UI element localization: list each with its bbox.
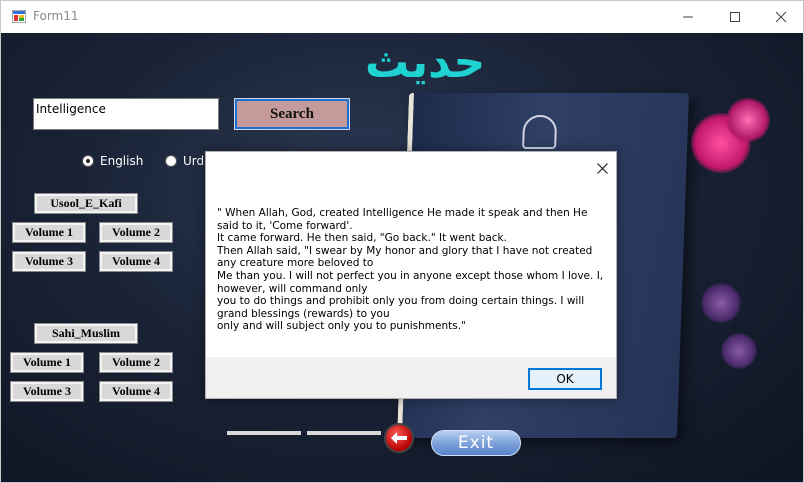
maximize-button[interactable] bbox=[712, 1, 758, 33]
flower-decoration bbox=[701, 283, 741, 323]
search-input[interactable]: Intelligence bbox=[33, 98, 219, 130]
app-icon bbox=[11, 9, 27, 24]
dialog-close-button[interactable] bbox=[592, 158, 612, 178]
close-button[interactable] bbox=[758, 1, 803, 33]
maximize-icon bbox=[730, 12, 740, 22]
radio-english[interactable]: English bbox=[82, 154, 143, 168]
sahi-muslim-button[interactable]: Sahi_Muslim bbox=[34, 323, 138, 344]
exit-button[interactable]: Exit bbox=[431, 430, 521, 456]
muslim-volume-4-button[interactable]: Volume 4 bbox=[99, 381, 173, 402]
window-title: Form11 bbox=[33, 9, 79, 23]
dialog-message: " When Allah, God, created Intelligence … bbox=[217, 207, 604, 333]
book-emblem-icon bbox=[522, 115, 558, 149]
usool-volume-2-button[interactable]: Volume 2 bbox=[99, 222, 173, 243]
radio-english-label: English bbox=[100, 154, 144, 168]
close-icon bbox=[775, 11, 787, 23]
ok-button[interactable]: OK bbox=[528, 368, 602, 390]
usool-volume-4-button[interactable]: Volume 4 bbox=[99, 251, 173, 272]
usool-volume-1-button[interactable]: Volume 1 bbox=[12, 222, 86, 243]
usool-e-kafi-button[interactable]: Usool_E_Kafi bbox=[34, 193, 138, 214]
search-button[interactable]: Search bbox=[234, 98, 350, 130]
flower-decoration bbox=[721, 333, 757, 369]
page-title: حدیث bbox=[365, 37, 486, 88]
muslim-volume-3-button[interactable]: Volume 3 bbox=[10, 381, 84, 402]
back-arrow-icon bbox=[391, 432, 407, 444]
hidden-button-edge[interactable] bbox=[227, 431, 301, 435]
flower-decoration bbox=[726, 98, 770, 142]
dialog-content-area: " When Allah, God, created Intelligence … bbox=[206, 152, 616, 357]
radio-checked-icon bbox=[82, 155, 94, 167]
app-window: Form11 حدیث Intelligence Search English … bbox=[0, 0, 804, 483]
message-dialog: " When Allah, God, created Intelligence … bbox=[205, 151, 617, 399]
hidden-button-edge[interactable] bbox=[307, 431, 381, 435]
close-icon bbox=[596, 162, 608, 174]
muslim-volume-1-button[interactable]: Volume 1 bbox=[10, 352, 84, 373]
muslim-volume-2-button[interactable]: Volume 2 bbox=[99, 352, 173, 373]
back-button[interactable] bbox=[384, 423, 414, 453]
minimize-button[interactable] bbox=[665, 1, 711, 33]
radio-unchecked-icon bbox=[165, 155, 177, 167]
minimize-icon bbox=[683, 16, 693, 18]
usool-volume-3-button[interactable]: Volume 3 bbox=[12, 251, 86, 272]
title-bar: Form11 bbox=[1, 1, 803, 33]
